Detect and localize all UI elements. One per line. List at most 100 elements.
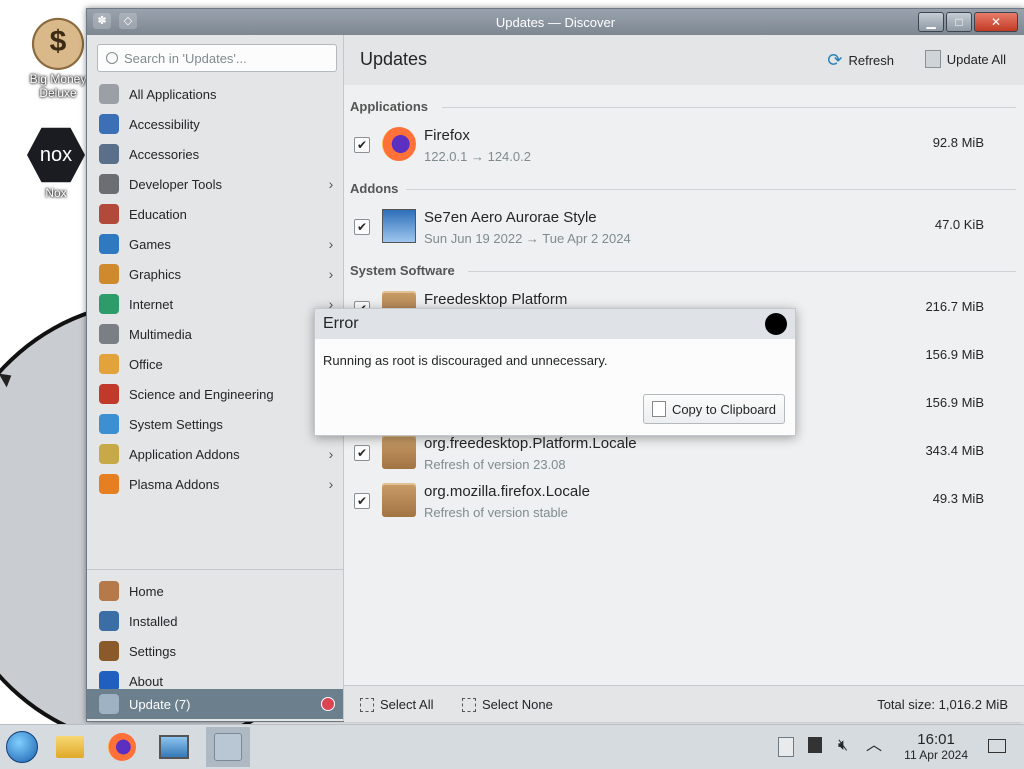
main-header: Updates ⟳ Refresh Update All [344,35,1024,85]
copy-label: Copy to Clipboard [671,401,776,417]
window-title: Updates — Discover [495,15,616,30]
grid-icon [99,84,119,104]
desktop-icon-label: Nox [45,186,67,200]
home-icon [99,581,119,601]
folder-icon [56,736,84,758]
discover-icon [214,733,242,761]
total-size: Total size: 1,016.2 MiB [877,697,1008,712]
nox-icon: nox [27,127,85,183]
science-icon [99,384,119,404]
sidebar-item-developer-tools[interactable]: Developer Tools › [87,169,343,199]
clipboard-icon [651,401,666,417]
update-version: Refresh of version stable [424,505,568,520]
volume-muted-icon[interactable]: 🔇︎ [838,737,856,755]
update-row[interactable]: ✔ Firefox 122.0.1 → 124.0.2 92.8 MiB [344,121,1024,169]
section-label: Addons [350,181,399,196]
update-all-button[interactable]: Update All [924,50,1006,68]
update-checkbox[interactable]: ✔ [354,137,370,153]
sidebar-item-internet[interactable]: Internet › [87,289,343,319]
update-version: Refresh of version 23.08 [424,457,566,472]
sidebar-item-application-addons[interactable]: Application Addons › [87,439,343,469]
update-checkbox[interactable]: ✔ [354,445,370,461]
sidebar-item-games[interactable]: Games › [87,229,343,259]
sidebar-item-office[interactable]: Office [87,349,343,379]
sidebar-item-system-settings[interactable]: System Settings [87,409,343,439]
category-list: All Applications Accessibility Accessories… [87,79,343,499]
close-button[interactable]: ✕ [974,12,1018,32]
sidebar-item-graphics[interactable]: Graphics › [87,259,343,289]
sidebar-item-science-and-engineering[interactable]: Science and Engineering [87,379,343,409]
update-row[interactable]: ✔ Se7en Aero Aurorae Style Sun Jun 19 2022… [344,203,1024,251]
sidebar-item-accessories[interactable]: Accessories [87,139,343,169]
sidebar-item-plasma-addons[interactable]: Plasma Addons › [87,469,343,499]
sidebar-item-update[interactable]: Update (7) [87,689,343,719]
sidebar-item-education[interactable]: Education [87,199,343,229]
select-all-button[interactable]: Select All [360,697,433,712]
clipboard-tray-icon[interactable] [778,737,796,757]
search-field[interactable] [97,44,337,72]
refresh-icon: ⟳ [827,50,843,70]
application-addons-icon [99,444,119,464]
task-system-settings[interactable] [154,727,194,767]
window-titlebar[interactable]: ✽ ◇ Updates — Discover ▁ □ ✕ [87,9,1024,35]
sidebar-item-installed[interactable]: Installed [87,606,343,636]
section-label: Applications [350,99,429,114]
sidebar-item-label: Science and Engineering [129,386,274,402]
sidebar-item-settings[interactable]: Settings [87,636,343,666]
sidebar-item-label: Education [129,206,187,222]
error-dialog: Error Running as root is discouraged and… [314,308,796,436]
graphics-icon [99,264,119,284]
task-discover[interactable] [206,727,250,767]
firefox-icon [382,127,416,161]
dialog-close-button[interactable] [765,313,787,335]
dialog-title: Error [323,315,359,332]
update-row[interactable]: ✔ org.freedesktop.Platform.Locale Refresh … [344,429,1024,477]
sidebar-item-label: Games [129,236,171,252]
developer-tools-icon [99,174,119,194]
minimize-button[interactable]: ▁ [918,12,944,32]
sidebar-item-label: Office [129,356,163,372]
tray-expand-icon[interactable]: ︿ [866,737,884,755]
sidebar-item-label: Accessories [129,146,200,162]
dialog-titlebar: Error [315,309,795,339]
desktop-icon-nox[interactable]: nox Nox [18,126,94,200]
sidebar-item-all-applications[interactable]: All Applications [87,79,343,109]
sidebar-item-multimedia[interactable]: Multimedia [87,319,343,349]
chevron-right-icon: › [328,176,334,192]
update-row[interactable]: ✔ org.mozilla.firefox.Locale Refresh of ve… [344,477,1024,525]
section-label: System Software [350,263,455,278]
start-button[interactable] [2,727,42,767]
sidebar-item-label: Update (7) [129,696,191,712]
updates-footer: Select All Select None Total size: 1,016… [344,685,1024,722]
sidebar-item-label: Plasma Addons [129,476,220,492]
sidebar-item-label: Home [129,583,164,599]
sidebar-item-home[interactable]: Home [87,576,343,606]
sidebar-item-accessibility[interactable]: Accessibility [87,109,343,139]
taskbar: 🔇︎ ︿ 16:01 11 Apr 2024 [0,724,1024,769]
installed-icon [99,611,119,631]
maximize-button[interactable]: □ [946,12,972,32]
task-file-manager[interactable] [50,727,90,767]
clock[interactable]: 16:01 11 Apr 2024 [904,731,968,762]
about-icon [99,671,119,691]
task-firefox[interactable] [102,727,142,767]
refresh-button[interactable]: ⟳ Refresh [827,50,894,71]
show-desktop-icon[interactable] [988,739,1006,753]
copy-to-clipboard-button[interactable]: Copy to Clipboard [642,394,785,424]
desktop-icon-big-money-deluxe[interactable]: $ Big Money Deluxe [20,12,96,100]
notes-tray-icon[interactable] [808,737,826,755]
select-none-label: Select None [482,697,553,712]
select-none-button[interactable]: Select None [462,697,553,712]
update-name: Freedesktop Platform [424,291,568,308]
update-icon [99,694,119,714]
sidebar-item-label: About [129,673,163,689]
update-checkbox[interactable]: ✔ [354,219,370,235]
sidebar: All Applications Accessibility Accessories… [87,35,344,721]
start-orb-icon [6,731,38,763]
update-checkbox[interactable]: ✔ [354,493,370,509]
update-all-label: Update All [946,51,1006,67]
select-all-label: Select All [380,697,434,712]
chevron-right-icon: › [328,446,334,462]
accessories-icon [99,144,119,164]
search-input[interactable] [122,49,326,67]
